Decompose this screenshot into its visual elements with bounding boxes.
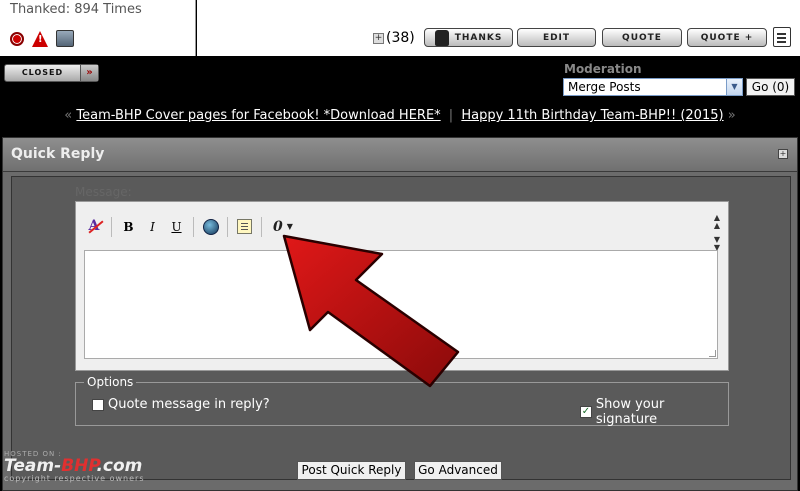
post-footer: + (38) THANKS EDIT QUOTE QUOTE + — [197, 0, 800, 56]
italic-button[interactable]: I — [142, 216, 163, 237]
left-quote-mark: « — [64, 108, 73, 123]
underline-button[interactable]: U — [166, 216, 187, 237]
wrap-quote-button[interactable] — [234, 216, 255, 237]
thanks-button-label: THANKS — [454, 32, 503, 43]
show-signature-label: Show your signature — [595, 397, 665, 427]
message-editor: B I U 0 ▼ ▲▲ ▼▼ — [75, 201, 729, 371]
quote-message-checkbox[interactable] — [92, 398, 104, 411]
increase-size-icon[interactable]: ▲ ▲ — [714, 214, 720, 230]
team-bhp-logo: Team-BHP.com — [4, 456, 143, 476]
report-icon[interactable] — [10, 31, 24, 46]
moderation-label: Moderation — [564, 62, 642, 76]
thread-closed-button[interactable]: CLOSED » — [4, 64, 99, 82]
thanked-count: Thanked: 894 Times — [10, 2, 142, 17]
birthday-link[interactable]: Happy 11th Birthday Team-BHP!! (2015) — [461, 108, 723, 123]
editor-resize-controls: ▲ ▲ ▼ ▼ — [714, 214, 720, 252]
multiquote-button-label: QUOTE + — [700, 32, 754, 43]
announcement-links: « Team-BHP Cover pages for Facebook! *Do… — [0, 108, 800, 123]
resize-grip-icon[interactable] — [709, 350, 716, 357]
post-quick-reply-button[interactable]: Post Quick Reply — [297, 461, 406, 480]
multi-quote-icon[interactable] — [773, 27, 791, 47]
toolbar-separator — [261, 216, 262, 237]
toolbar-separator — [193, 216, 194, 237]
remove-formatting-button[interactable] — [84, 216, 105, 237]
quick-reply-body: Message: B I U 0 ▼ ▲▲ ▼▼ — [11, 176, 791, 480]
moderation-selected: Merge Posts — [568, 80, 641, 94]
edit-button[interactable]: EDIT — [517, 28, 596, 47]
edit-button-label: EDIT — [542, 32, 571, 43]
show-signature-checkbox[interactable]: ✓ — [580, 406, 592, 418]
message-textarea[interactable] — [84, 250, 718, 359]
thanks-counter[interactable]: + (38) — [373, 30, 415, 46]
warning-icon[interactable] — [32, 30, 48, 47]
quote-message-label: Quote message in reply? — [108, 397, 270, 412]
expand-thanks-icon[interactable]: + — [373, 32, 384, 44]
quote-icon — [237, 219, 252, 234]
bold-button[interactable]: B — [118, 216, 139, 237]
chevron-down-icon[interactable]: ▼ — [726, 79, 742, 95]
paperclip-icon: 0 — [273, 218, 283, 235]
cover-pages-link[interactable]: Team-BHP Cover pages for Facebook! *Down… — [76, 108, 440, 123]
quick-reply-title: Quick Reply — [11, 146, 105, 162]
thanks-count-value: (38) — [386, 30, 415, 46]
toolbar-separator — [111, 216, 112, 237]
watermark-copyright: copyright respective owners — [4, 474, 145, 483]
editor-toolbar: B I U 0 ▼ — [84, 216, 298, 237]
moderation-select[interactable]: Merge Posts ▼ — [563, 78, 743, 96]
thanks-button[interactable]: THANKS — [424, 28, 513, 47]
quick-reply-panel: Quick Reply + Message: B I U 0 ▼ — [2, 137, 798, 491]
quote-message-option[interactable]: Quote message in reply? — [92, 397, 270, 412]
post-action-icons — [10, 30, 74, 47]
site-watermark: HOSTED ON : Team-BHP.com copyright respe… — [4, 450, 145, 483]
chevron-down-icon: ▼ — [286, 222, 293, 231]
toolbar-separator — [227, 216, 228, 237]
insert-link-button[interactable] — [200, 216, 221, 237]
go-advanced-button[interactable]: Go Advanced — [414, 461, 502, 480]
multiquote-button[interactable]: QUOTE + — [687, 28, 767, 47]
post-user-info: Thanked: 894 Times — [0, 0, 196, 56]
remove-format-icon — [87, 218, 103, 235]
moderation-go-button[interactable]: Go (0) — [746, 78, 795, 96]
closed-label: CLOSED — [21, 68, 64, 77]
right-quote-mark: » — [727, 108, 736, 123]
options-fieldset: Options Quote message in reply? ✓ Show y… — [75, 375, 729, 427]
options-legend: Options — [84, 375, 137, 389]
quick-reply-header: Quick Reply + — [3, 138, 797, 172]
message-label: Message: — [75, 185, 132, 199]
collapse-icon[interactable]: + — [778, 149, 788, 159]
globe-link-icon — [202, 218, 219, 235]
link-separator: | — [448, 108, 454, 123]
show-signature-option[interactable]: ✓ Show your signature — [580, 397, 728, 427]
quote-button[interactable]: QUOTE — [602, 28, 682, 47]
thumbs-up-icon — [434, 29, 449, 46]
double-arrow-icon: » — [80, 65, 98, 81]
quote-button-label: QUOTE — [622, 32, 662, 43]
attachment-button[interactable]: 0 ▼ — [268, 216, 298, 237]
ip-address-icon[interactable] — [56, 30, 74, 47]
